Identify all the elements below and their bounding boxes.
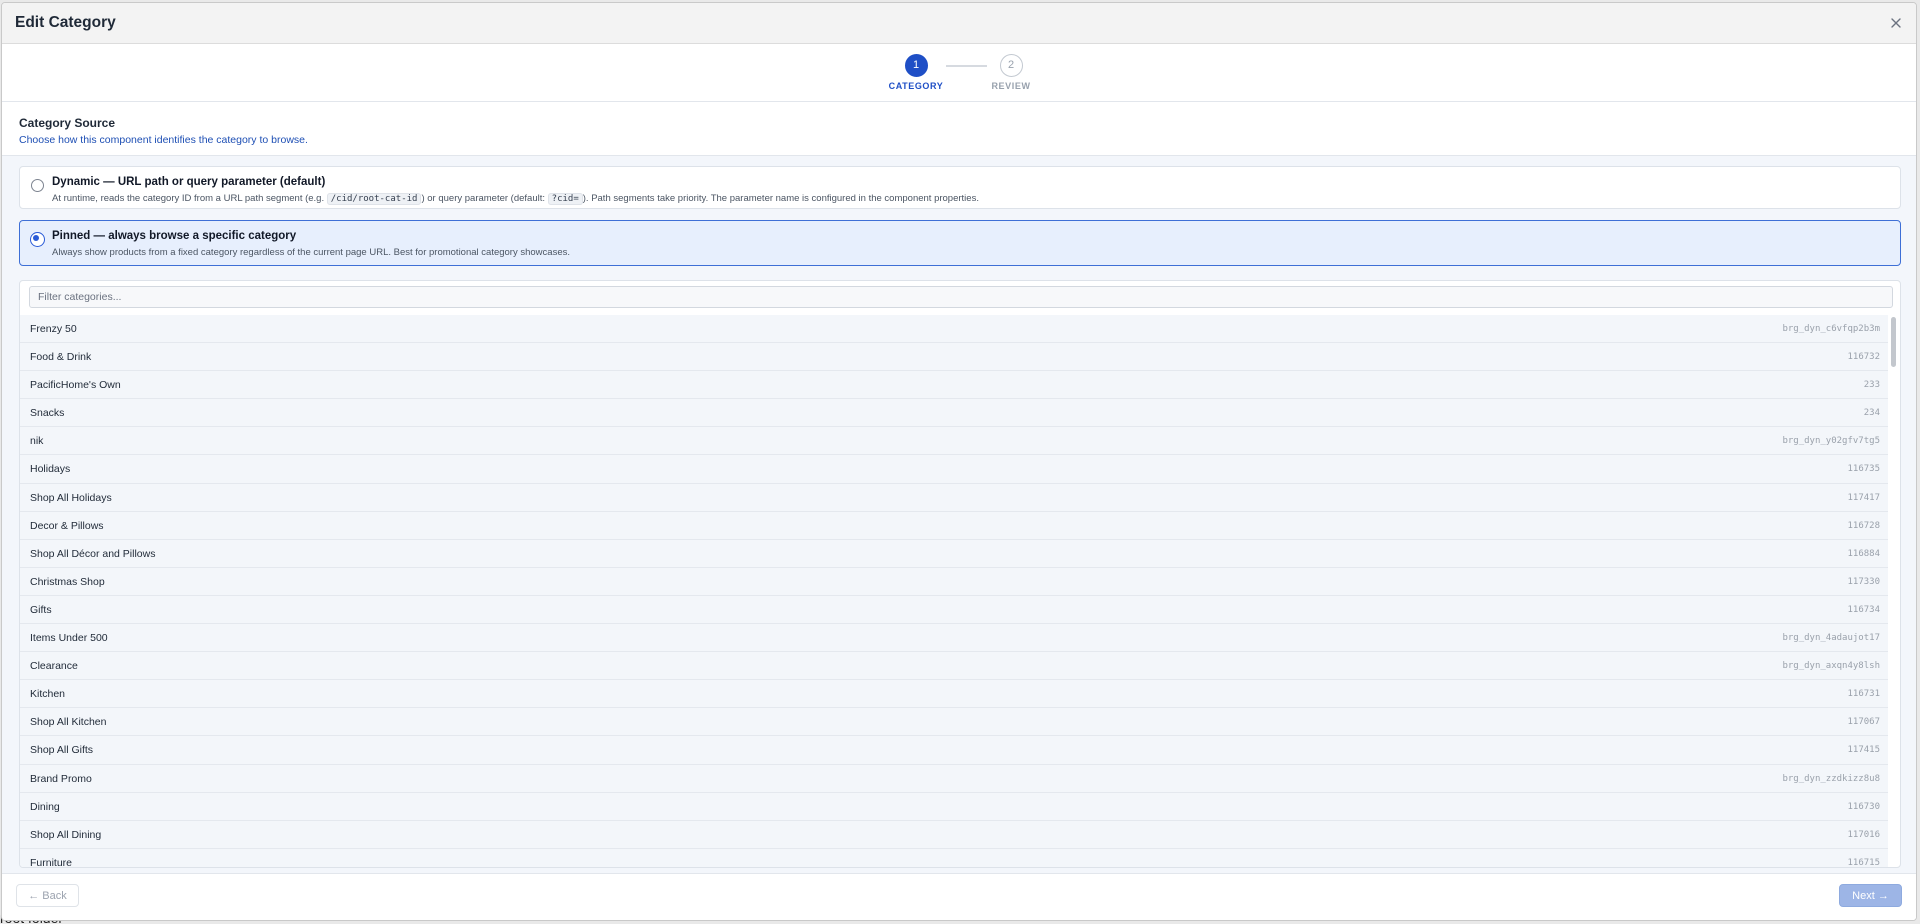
close-icon[interactable] (1888, 15, 1904, 31)
step-category: 1 CATEGORY (876, 54, 956, 91)
step-label: CATEGORY (888, 81, 944, 91)
option-description: Always show products from a fixed catego… (52, 247, 570, 258)
category-id: brg_dyn_y02gfv7tg5 (1782, 436, 1880, 447)
path-code: /cid/root-cat-id (326, 193, 422, 205)
category-name: Gifts (30, 603, 52, 616)
category-row[interactable]: Snacks 234 (20, 399, 1888, 428)
category-name: Decor & Pillows (30, 519, 104, 532)
category-id: brg_dyn_4adaujot17 (1782, 633, 1880, 644)
category-id: brg_dyn_zzdkizz8u8 (1782, 773, 1880, 784)
option-dynamic[interactable]: Dynamic — URL path or query parameter (d… (19, 166, 1901, 209)
category-name: Shop All Holidays (30, 491, 112, 504)
category-row[interactable]: Kitchen 116731 (20, 680, 1888, 709)
category-name: Brand Promo (30, 772, 92, 785)
category-id: 116728 (1847, 520, 1880, 531)
category-id: 116884 (1847, 548, 1880, 559)
category-id: 116734 (1847, 604, 1880, 615)
category-name: Snacks (30, 407, 65, 420)
category-row[interactable]: Holidays 116735 (20, 455, 1888, 484)
category-row[interactable]: Gifts 116734 (20, 595, 1888, 625)
category-id: brg_dyn_c6vfqp2b3m (1782, 324, 1880, 334)
category-source-header: Category Source Choose how this componen… (2, 102, 1916, 154)
category-id: 117330 (1847, 576, 1880, 587)
radio-dynamic[interactable] (31, 179, 44, 192)
category-row[interactable]: Clearance brg_dyn_axqn4y8lsh (20, 652, 1888, 681)
category-row[interactable]: Dining 116730 (20, 792, 1888, 821)
category-name: Holidays (30, 463, 71, 476)
source-area: Dynamic — URL path or query parameter (d… (2, 155, 1916, 875)
filter-categories-input[interactable] (29, 286, 1893, 308)
category-id: 116732 (1847, 352, 1880, 363)
next-button[interactable]: Next → (1839, 884, 1902, 907)
category-id: 117415 (1847, 745, 1880, 756)
category-id: 116731 (1847, 689, 1880, 700)
list-scrollbar[interactable] (1891, 315, 1897, 867)
category-name: Dining (30, 800, 60, 813)
category-name: Furniture (30, 856, 73, 867)
category-row[interactable]: nik brg_dyn_y02gfv7tg5 (20, 427, 1888, 456)
category-id: 117016 (1847, 829, 1880, 840)
category-row[interactable]: Food & Drink 116732 (20, 343, 1888, 372)
category-id: brg_dyn_axqn4y8lsh (1782, 661, 1880, 672)
category-name: Shop All Décor and Pillows (30, 547, 156, 560)
category-name: Shop All Gifts (30, 744, 94, 757)
query-code: ?cid= (547, 193, 583, 205)
category-name: Shop All Kitchen (30, 716, 107, 729)
category-name: Frenzy 50 (30, 323, 77, 335)
category-row[interactable]: Frenzy 50 brg_dyn_c6vfqp2b3m (20, 315, 1888, 344)
category-row[interactable]: PacificHome's Own 233 (20, 371, 1888, 400)
category-name: Kitchen (30, 688, 66, 701)
section-description: Choose how this component identifies the… (19, 134, 308, 146)
category-id: 116715 (1847, 857, 1880, 867)
category-row[interactable]: Shop All Décor and Pillows 116884 (20, 539, 1888, 568)
category-name: Items Under 500 (30, 632, 108, 645)
category-row[interactable]: Shop All Gifts 117415 (20, 736, 1888, 765)
scrollbar-thumb[interactable] (1891, 317, 1896, 367)
category-name: PacificHome's Own (30, 379, 121, 392)
option-title: Pinned — always browse a specific catego… (52, 230, 297, 242)
step-label: REVIEW (991, 81, 1031, 91)
category-name: Christmas Shop (30, 575, 105, 588)
step-number: 1 (904, 54, 928, 77)
category-id: 116735 (1847, 464, 1880, 475)
dialog-footer: ← Back Next → (2, 873, 1916, 920)
option-pinned[interactable]: Pinned — always browse a specific catego… (19, 220, 1901, 266)
category-name: nik (30, 435, 44, 448)
category-row[interactable]: Brand Promo brg_dyn_zzdkizz8u8 (20, 764, 1888, 793)
category-id: 117417 (1847, 492, 1880, 503)
edit-category-dialog: Edit Category 1 CATEGORY 2 REVIEW Catego… (1, 2, 1917, 921)
category-list: Frenzy 50 brg_dyn_c6vfqp2b3m Food & Drink 1… (20, 315, 1888, 867)
category-id: 117067 (1847, 717, 1880, 728)
category-row[interactable]: Decor & Pillows 116728 (20, 511, 1888, 540)
category-id: 116730 (1847, 801, 1880, 812)
category-row[interactable]: Shop All Holidays 117417 (20, 483, 1888, 512)
dialog-title: Edit Category (15, 14, 116, 31)
category-row[interactable]: Shop All Kitchen 117067 (20, 708, 1888, 737)
category-name: Clearance (30, 660, 78, 673)
option-title: Dynamic — URL path or query parameter (d… (52, 176, 326, 188)
category-row[interactable]: Christmas Shop 117330 (20, 567, 1888, 596)
back-button[interactable]: ← Back (16, 884, 79, 907)
category-name: Food & Drink (30, 351, 92, 364)
category-picker: Frenzy 50 brg_dyn_c6vfqp2b3m Food & Drink 1… (19, 280, 1901, 868)
section-title: Category Source (19, 116, 116, 130)
dialog-header: Edit Category (2, 3, 1916, 44)
category-id: 234 (1863, 408, 1880, 419)
option-description: At runtime, reads the category ID from a… (52, 193, 979, 205)
category-row[interactable]: Furniture 116715 (20, 848, 1888, 867)
category-id: 233 (1863, 380, 1880, 391)
category-row[interactable]: Shop All Dining 117016 (20, 820, 1888, 849)
stepper: 1 CATEGORY 2 REVIEW (2, 44, 1916, 102)
radio-pinned[interactable] (30, 232, 45, 247)
step-review: 2 REVIEW (971, 54, 1051, 91)
category-row[interactable]: Items Under 500 brg_dyn_4adaujot17 (20, 624, 1888, 653)
category-name: Shop All Dining (30, 828, 102, 841)
step-number: 2 (999, 54, 1023, 77)
